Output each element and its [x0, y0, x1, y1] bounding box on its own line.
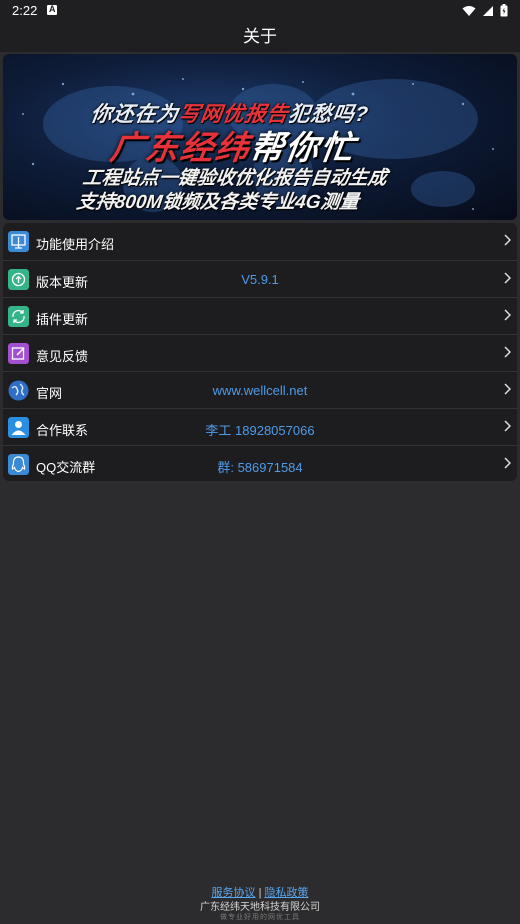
- qq-icon: [8, 454, 29, 475]
- menu-item-qq-group[interactable]: QQ交流群 群: 586971584: [3, 445, 517, 483]
- status-bar: 2:22: [0, 0, 520, 22]
- status-time: 2:22: [12, 3, 38, 18]
- plugin-update-icon: [8, 306, 29, 327]
- contact-icon: [8, 417, 29, 438]
- menu-item-version-update[interactable]: 版本更新 V5.9.1: [3, 260, 517, 298]
- banner-tagline-1: 工程站点一键验收优化报告自动生成: [81, 168, 389, 189]
- menu-item-website[interactable]: 官网 www.wellcell.net: [3, 371, 517, 409]
- chevron-right-icon: [504, 457, 511, 469]
- chevron-right-icon: [504, 420, 511, 432]
- signal-icon: [483, 5, 493, 16]
- menu-item-label: 合作联系: [36, 423, 89, 438]
- menu-item-label: 插件更新: [36, 312, 89, 327]
- wifi-icon: [462, 5, 476, 16]
- menu-item-label: QQ交流群: [36, 460, 96, 475]
- promo-banner[interactable]: 你还在为写网优报告犯愁吗? 广东经纬帮你忙 工程站点一键验收优化报告自动生成 支…: [3, 54, 517, 220]
- chevron-right-icon: [504, 272, 511, 284]
- about-menu: 功能使用介绍 版本更新 V5.9.1 插件更新 意见反馈 官网 www.well…: [3, 223, 517, 481]
- menu-item-label: 功能使用介绍: [36, 237, 115, 252]
- chevron-right-icon: [504, 383, 511, 395]
- menu-item-contact[interactable]: 合作联系 李工 18928057066: [3, 408, 517, 446]
- menu-item-guide[interactable]: 功能使用介绍: [3, 223, 517, 260]
- chevron-right-icon: [504, 309, 511, 321]
- chevron-right-icon: [504, 234, 511, 246]
- status-icons: [462, 4, 508, 17]
- notification-icon: [47, 4, 57, 15]
- banner-headline-2: 广东经纬帮你忙: [108, 129, 359, 166]
- update-icon: [8, 269, 29, 290]
- feedback-icon: [8, 343, 29, 364]
- guide-icon: [8, 231, 29, 252]
- chevron-right-icon: [504, 346, 511, 358]
- menu-item-plugin-update[interactable]: 插件更新: [3, 297, 517, 335]
- menu-item-feedback[interactable]: 意见反馈: [3, 334, 517, 372]
- website-link[interactable]: www.wellcell.net: [3, 383, 517, 398]
- battery-icon: [500, 4, 508, 17]
- app-bar: 关于: [0, 22, 520, 52]
- menu-item-label: 官网: [36, 386, 63, 401]
- menu-item-label: 版本更新: [36, 275, 89, 290]
- company-slogan: 做专业好用的网优工具: [220, 914, 300, 921]
- page-title: 关于: [243, 27, 277, 46]
- globe-icon: [8, 380, 29, 401]
- banner-tagline-2: 支持800M锁频及各类专业4G测量: [75, 192, 361, 213]
- company-name: 广东经纬天地科技有限公司: [200, 902, 320, 913]
- menu-item-label: 意见反馈: [36, 349, 89, 364]
